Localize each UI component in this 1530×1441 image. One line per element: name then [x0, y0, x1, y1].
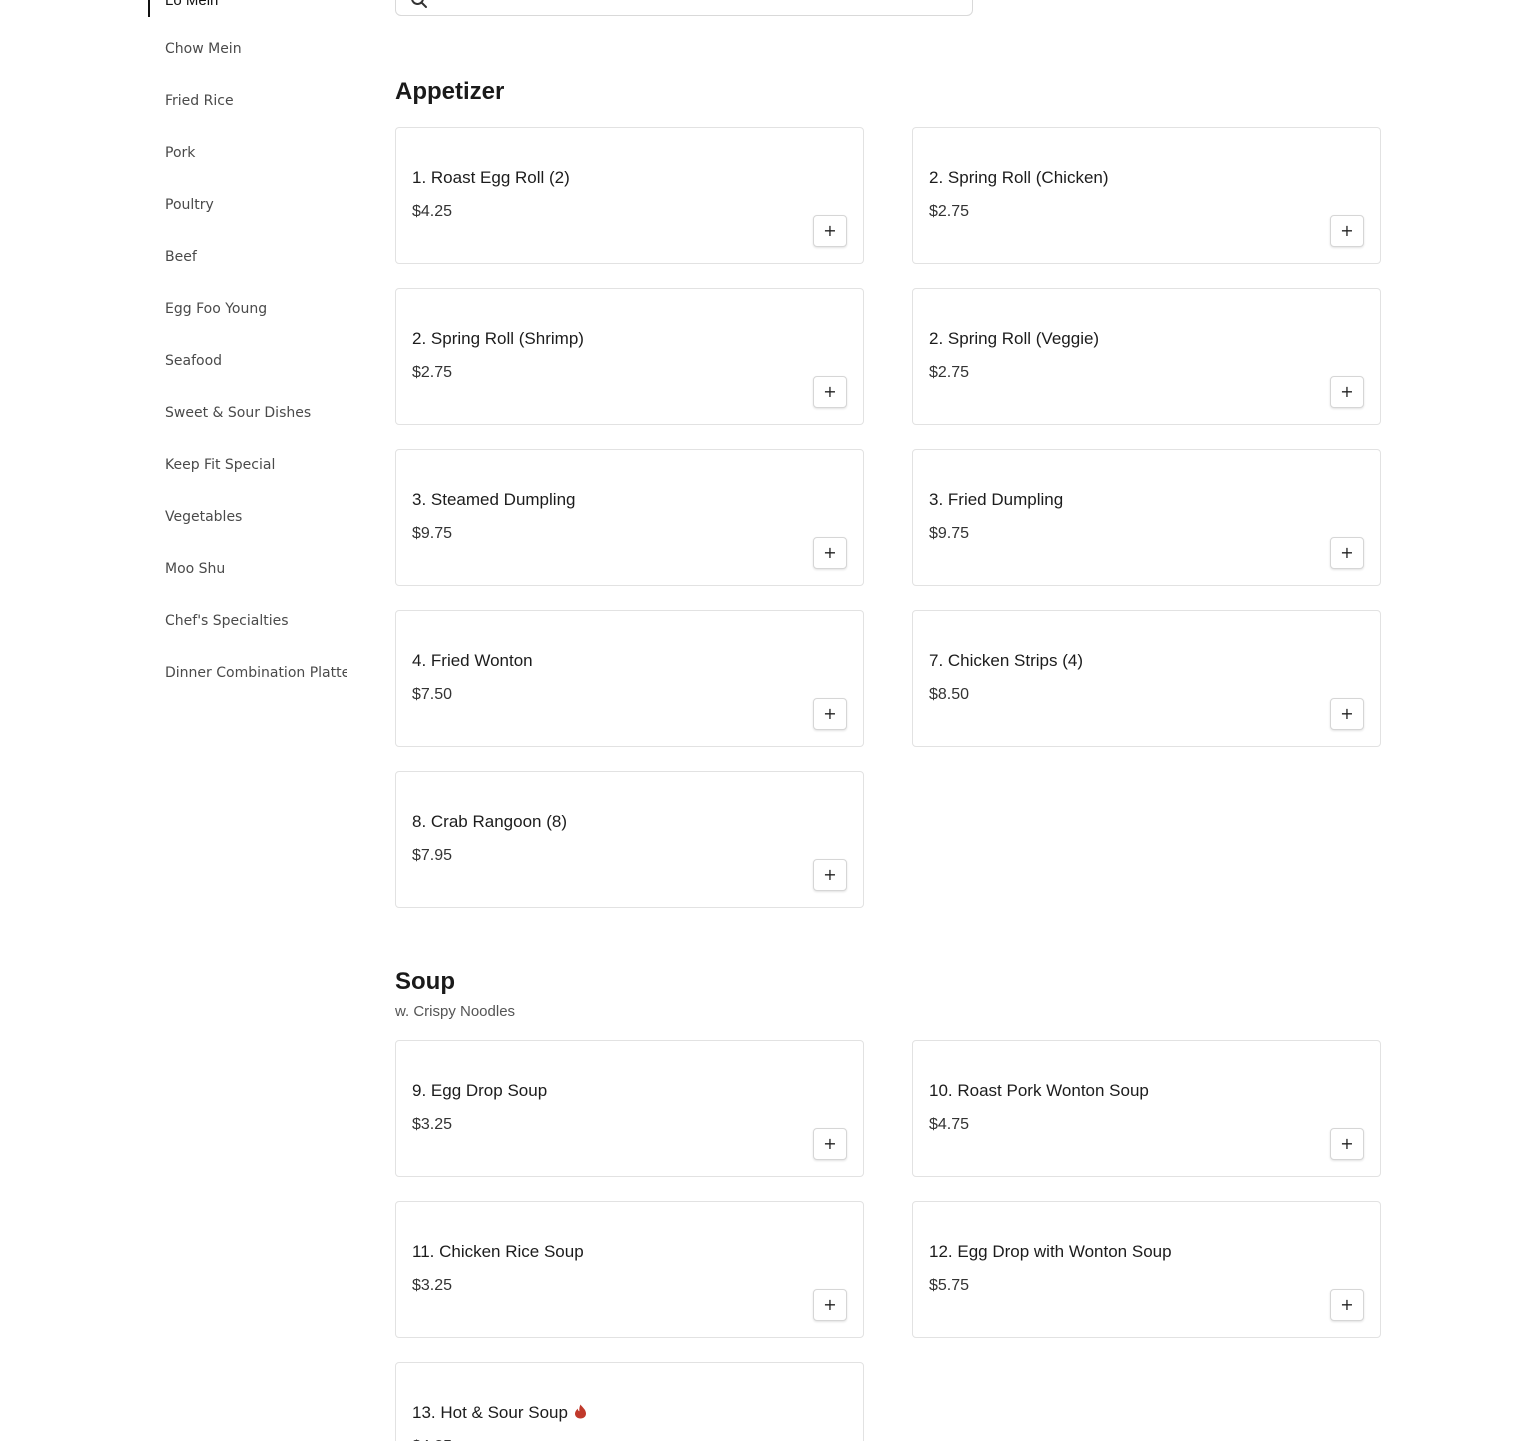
add-to-cart-button[interactable]: +: [813, 698, 847, 730]
menu-item-price: $9.75: [412, 525, 453, 542]
menu-item-name-text: 2. Spring Roll (Shrimp): [412, 329, 584, 348]
menu-item-name-text: 8. Crab Rangoon (8): [412, 812, 567, 831]
sidebar-item[interactable]: Pork: [165, 145, 347, 197]
menu-item-price: $2.75: [929, 203, 970, 220]
menu-item-price: $8.50: [929, 686, 970, 703]
menu-item-name-text: 4. Fried Wonton: [412, 651, 533, 670]
menu-item-price: $2.75: [412, 364, 453, 381]
menu-page: Lo Mein Chow Mein Fried Rice Pork Poultry Be…: [0, 0, 1530, 1441]
add-to-cart-button[interactable]: +: [1330, 1289, 1364, 1321]
menu-item-name-text: 12. Egg Drop with Wonton Soup: [929, 1242, 1172, 1261]
section-title: Appetizer: [395, 78, 505, 105]
menu-item-name-text: 13. Hot & Sour Soup: [412, 1403, 568, 1422]
add-to-cart-button[interactable]: +: [1330, 376, 1364, 408]
search-icon: [411, 0, 427, 8]
menu-item-name: 3. Fried Dumpling: [929, 490, 1063, 510]
menu-item-name-text: 11. Chicken Rice Soup: [412, 1242, 584, 1261]
menu-item-name: 2. Spring Roll (Chicken): [929, 168, 1109, 188]
menu-item-price: $2.75: [929, 364, 970, 381]
search-input[interactable]: [440, 0, 954, 11]
add-to-cart-button[interactable]: +: [1330, 698, 1364, 730]
menu-item-name-text: 3. Steamed Dumpling: [412, 490, 576, 509]
menu-item-price: $4.75: [929, 1116, 970, 1133]
section-title: Soup: [395, 968, 455, 995]
menu-item-name: 10. Roast Pork Wonton Soup: [929, 1081, 1149, 1101]
menu-item-card[interactable]: 4. Fried Wonton $7.50 +: [395, 610, 864, 747]
menu-item-name: 3. Steamed Dumpling: [412, 490, 575, 510]
sidebar-item[interactable]: Egg Foo Young: [165, 301, 347, 353]
sidebar-item[interactable]: Chow Mein: [165, 41, 347, 93]
menu-item-name: 13. Hot & Sour Soup: [412, 1403, 587, 1423]
menu-item-name-text: 2. Spring Roll (Veggie): [929, 329, 1100, 348]
section-appetizer: Appetizer 1. Roast Egg Roll (2) $4.25 +2. …: [395, 78, 1381, 908]
menu-item-card[interactable]: 3. Fried Dumpling $9.75 +: [912, 449, 1381, 586]
sidebar-item[interactable]: Beef: [165, 249, 347, 301]
sidebar-list: Chow Mein Fried Rice Pork Poultry Beef Egg Fo…: [165, 41, 347, 717]
add-to-cart-button[interactable]: +: [813, 537, 847, 569]
sidebar-item[interactable]: Vegetables: [165, 509, 347, 561]
add-to-cart-button[interactable]: +: [813, 1289, 847, 1321]
sidebar-item-active[interactable]: Lo Mein: [148, 0, 350, 17]
menu-item-name: 2. Spring Roll (Veggie): [929, 329, 1099, 349]
menu-item-name-text: 7. Chicken Strips (4): [929, 651, 1083, 670]
menu-item-grid: 1. Roast Egg Roll (2) $4.25 +2. Spring Rol…: [395, 127, 1381, 908]
menu-item-price: $7.50: [412, 686, 453, 703]
menu-item-card[interactable]: 12. Egg Drop with Wonton Soup $5.75 +: [912, 1201, 1381, 1338]
menu-item-name: 11. Chicken Rice Soup: [412, 1242, 584, 1262]
sidebar-item[interactable]: Chef's Specialties: [165, 613, 347, 665]
add-to-cart-button[interactable]: +: [1330, 1128, 1364, 1160]
menu-item-name-text: 9. Egg Drop Soup: [412, 1081, 548, 1100]
sidebar-item[interactable]: Dinner Combination Platter: [165, 665, 347, 717]
menu-item-name: 9. Egg Drop Soup: [412, 1081, 547, 1101]
menu-item-card[interactable]: 7. Chicken Strips (4) $8.50 +: [912, 610, 1381, 747]
add-to-cart-button[interactable]: +: [813, 376, 847, 408]
sidebar-item[interactable]: Seafood: [165, 353, 347, 405]
menu-item-name: 1. Roast Egg Roll (2): [412, 168, 570, 188]
menu-item-card[interactable]: 1. Roast Egg Roll (2) $4.25 +: [395, 127, 864, 264]
menu-item-name: 4. Fried Wonton: [412, 651, 533, 671]
sidebar-item[interactable]: Fried Rice: [165, 93, 347, 145]
menu-item-card[interactable]: 11. Chicken Rice Soup $3.25 +: [395, 1201, 864, 1338]
chili-pepper-icon: [574, 1404, 586, 1419]
sidebar-item[interactable]: Sweet & Sour Dishes: [165, 405, 347, 457]
menu-item-price: $3.25: [412, 1116, 453, 1133]
menu-item-card[interactable]: 2. Spring Roll (Chicken) $2.75 +: [912, 127, 1381, 264]
sidebar-item[interactable]: Moo Shu: [165, 561, 347, 613]
sidebar-item[interactable]: Keep Fit Special: [165, 457, 347, 509]
section-soup: Soup w. Crispy Noodles 9. Egg Drop Soup $…: [395, 968, 1381, 1441]
add-to-cart-button[interactable]: +: [1330, 215, 1364, 247]
menu-item-name: 8. Crab Rangoon (8): [412, 812, 567, 832]
add-to-cart-button[interactable]: +: [813, 1128, 847, 1160]
menu-item-grid: 9. Egg Drop Soup $3.25 +10. Roast Pork Won…: [395, 1040, 1381, 1441]
add-to-cart-button[interactable]: +: [813, 215, 847, 247]
menu-item-card[interactable]: 8. Crab Rangoon (8) $7.95 +: [395, 771, 864, 908]
menu-item-name-text: 10. Roast Pork Wonton Soup: [929, 1081, 1149, 1100]
menu-item-name: 12. Egg Drop with Wonton Soup: [929, 1242, 1172, 1262]
menu-item-card[interactable]: 13. Hot & Sour Soup$4.25+: [395, 1362, 864, 1441]
add-to-cart-button[interactable]: +: [1330, 537, 1364, 569]
menu-item-card[interactable]: 3. Steamed Dumpling $9.75 +: [395, 449, 864, 586]
menu-item-name-text: 3. Fried Dumpling: [929, 490, 1064, 509]
add-to-cart-button[interactable]: +: [813, 859, 847, 891]
menu-item-card[interactable]: 9. Egg Drop Soup $3.25 +: [395, 1040, 864, 1177]
sidebar-item-label: Lo Mein: [165, 0, 219, 9]
menu-item-card[interactable]: 2. Spring Roll (Shrimp) $2.75 +: [395, 288, 864, 425]
menu-item-name-text: 2. Spring Roll (Chicken): [929, 168, 1109, 187]
menu-item-price: $3.25: [412, 1277, 453, 1294]
menu-item-name-text: 1. Roast Egg Roll (2): [412, 168, 570, 187]
menu-item-price: $4.25: [412, 203, 453, 220]
menu-item-name: 2. Spring Roll (Shrimp): [412, 329, 584, 349]
menu-item-price: $9.75: [929, 525, 970, 542]
menu-item-price: $5.75: [929, 1277, 970, 1294]
menu-item-price: $7.95: [412, 847, 453, 864]
menu-item-card[interactable]: 2. Spring Roll (Veggie) $2.75 +: [912, 288, 1381, 425]
menu-item-card[interactable]: 10. Roast Pork Wonton Soup $4.75 +: [912, 1040, 1381, 1177]
sidebar-item[interactable]: Poultry: [165, 197, 347, 249]
search-box[interactable]: [395, 0, 973, 16]
menu-item-name: 7. Chicken Strips (4): [929, 651, 1083, 671]
section-subtitle: w. Crispy Noodles: [395, 1003, 516, 1020]
